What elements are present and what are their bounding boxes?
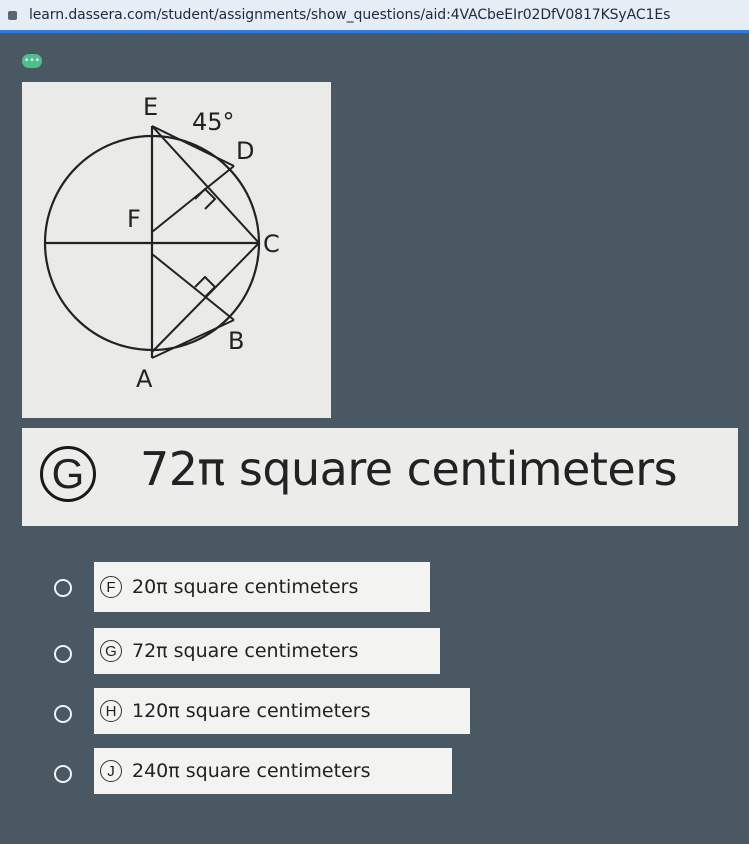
segment-df [151,165,235,233]
option-text-f: 20π square centimeters [132,576,359,598]
radio-button-j[interactable] [54,765,72,783]
option-row-h[interactable]: H 120π square centimeters [0,688,749,740]
label-e: E [143,93,158,121]
option-letter-g: G [100,640,122,662]
option-letter-h: H [100,700,122,722]
option-row-j[interactable]: J 240π square centimeters [0,748,749,800]
option-card-h[interactable]: H 120π square centimeters [94,688,470,734]
option-card-g[interactable]: G 72π square centimeters [94,628,440,674]
site-info-icon[interactable] [8,10,17,20]
option-card-f[interactable]: F 20π square centimeters [94,562,430,612]
option-letter-j: J [100,760,122,782]
selected-answer-letter: G [40,446,96,502]
right-angle-marker-lower [194,275,217,298]
option-text-j: 240π square centimeters [132,760,371,782]
radio-button-g[interactable] [54,645,72,663]
label-c: C [263,230,280,258]
label-d: D [236,137,254,165]
option-text-g: 72π square centimeters [132,640,359,662]
radio-button-f[interactable] [54,579,72,597]
option-letter-f: F [100,576,122,598]
url-text[interactable]: learn.dassera.com/student/assignments/sh… [29,7,670,23]
geometry-figure: E 45° D F C B A [22,82,331,418]
address-bar[interactable]: learn.dassera.com/student/assignments/sh… [0,0,749,33]
label-angle: 45° [192,108,235,136]
label-a: A [136,365,153,393]
radio-button-h[interactable] [54,705,72,723]
label-f: F [127,205,141,233]
dots-icon[interactable]: ••• [22,54,42,68]
selected-answer-text: 72π square centimeters [140,442,678,496]
option-text-h: 120π square centimeters [132,700,371,722]
circle-diagram: E 45° D F C B A [43,93,280,393]
selected-answer-panel: G 72π square centimeters [22,428,738,526]
option-row-f[interactable]: F 20π square centimeters [0,562,749,614]
option-row-g[interactable]: G 72π square centimeters [0,628,749,680]
option-card-j[interactable]: J 240π square centimeters [94,748,452,794]
label-b: B [228,327,244,355]
